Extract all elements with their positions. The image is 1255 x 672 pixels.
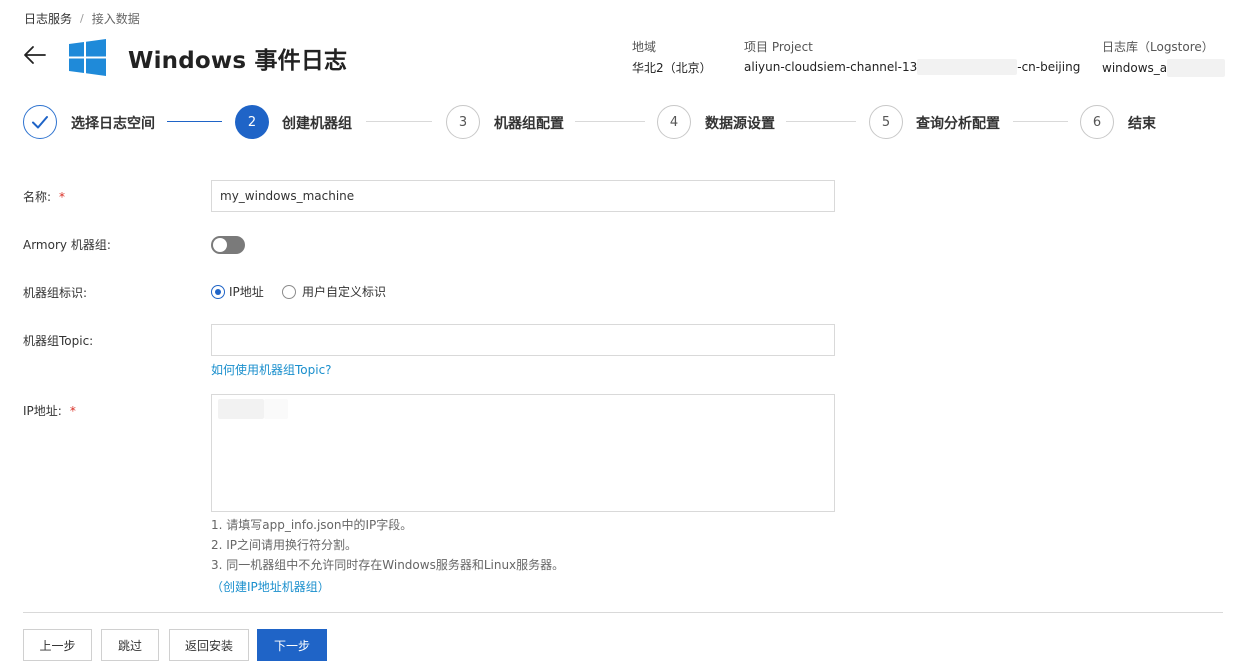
project-value: aliyun-cloudsiem-channel-13 -cn-beijing — [744, 59, 1080, 75]
ip-label-text: IP地址: — [23, 404, 62, 418]
topic-input[interactable] — [211, 324, 835, 356]
step-1-check-icon — [23, 105, 57, 139]
radio-ip-address[interactable]: IP地址 — [211, 283, 264, 300]
step-2-label: 创建机器组 — [282, 116, 352, 132]
step-4-label: 数据源设置 — [705, 116, 775, 132]
topic-label: 机器组Topic: — [23, 334, 94, 348]
armory-label: Armory 机器组: — [23, 238, 111, 252]
back-install-button[interactable]: 返回安装 — [169, 629, 249, 661]
required-mark: * — [69, 404, 76, 418]
next-step-button[interactable]: 下一步 — [257, 629, 327, 661]
step-connector — [575, 121, 645, 122]
step-5-label: 查询分析配置 — [916, 116, 1000, 132]
radio-unselected-icon — [282, 284, 296, 299]
region-value: 华北2（北京） — [632, 61, 712, 75]
ip-textarea[interactable] — [211, 394, 835, 512]
logstore-value: windows_a — [1102, 59, 1226, 77]
redacted-block — [264, 399, 288, 419]
radio-custom-label: 用户自定义标识 — [302, 285, 387, 299]
radio-selected-icon — [211, 284, 225, 299]
step-connector — [786, 121, 856, 122]
name-label-text: 名称: — [23, 190, 52, 204]
logstore-value-text: windows_a — [1102, 61, 1168, 75]
breadcrumb-separator: / — [80, 12, 84, 25]
region-label: 地域 — [632, 40, 657, 54]
toggle-knob — [213, 238, 227, 252]
step-6-number: 6 — [1080, 105, 1114, 139]
breadcrumb-root[interactable]: 日志服务 — [24, 10, 72, 27]
page-title: Windows 事件日志 — [128, 48, 348, 74]
ip-label: IP地址: * — [23, 402, 76, 419]
ip-hint-2: 2. IP之间请用换行符分割。 — [211, 538, 358, 552]
name-label: 名称: * — [23, 188, 65, 205]
redacted-block — [218, 399, 264, 419]
ip-hint-3: 3. 同一机器组中不允许同时存在Windows服务器和Linux服务器。 — [211, 558, 565, 572]
step-1-label: 选择日志空间 — [71, 116, 155, 132]
step-3-number: 3 — [446, 105, 480, 139]
step-connector — [167, 121, 222, 122]
redacted-block — [917, 59, 1018, 75]
redacted-block — [1167, 59, 1226, 77]
project-label: 项目 Project — [744, 40, 813, 54]
identity-label: 机器组标识: — [23, 286, 88, 300]
step-connector — [1013, 121, 1068, 122]
name-input[interactable] — [211, 180, 835, 212]
step-5-number: 5 — [869, 105, 903, 139]
step-6-label: 结束 — [1128, 116, 1156, 132]
skip-button[interactable]: 跳过 — [101, 629, 159, 661]
breadcrumb-current: 接入数据 — [91, 12, 140, 26]
topic-help-link[interactable]: 如何使用机器组Topic? — [211, 361, 332, 378]
ip-hint-1: 1. 请填写app_info.json中的IP字段。 — [211, 518, 413, 532]
ip-hints: 1. 请填写app_info.json中的IP字段。 2. IP之间请用换行符分… — [211, 515, 564, 575]
required-mark: * — [59, 190, 66, 204]
create-ip-group-link[interactable]: （创建IP地址机器组） — [211, 578, 330, 595]
project-value-prefix: aliyun-cloudsiem-channel-13 — [744, 60, 918, 74]
windows-logo-icon — [69, 39, 106, 76]
footer-divider — [23, 612, 1223, 613]
breadcrumb: 日志服务 / 接入数据 — [24, 10, 140, 27]
step-4-number: 4 — [657, 105, 691, 139]
project-value-suffix: -cn-beijing — [1017, 60, 1081, 74]
prev-step-button[interactable]: 上一步 — [23, 629, 92, 661]
step-3-label: 机器组配置 — [494, 116, 564, 132]
step-connector — [366, 121, 432, 122]
radio-custom-identity[interactable]: 用户自定义标识 — [282, 283, 386, 300]
step-2-number: 2 — [235, 105, 269, 139]
logstore-label: 日志库（Logstore） — [1102, 40, 1214, 54]
radio-ip-label: IP地址 — [229, 285, 264, 299]
armory-toggle[interactable] — [211, 236, 245, 254]
back-arrow-icon[interactable] — [22, 42, 48, 68]
